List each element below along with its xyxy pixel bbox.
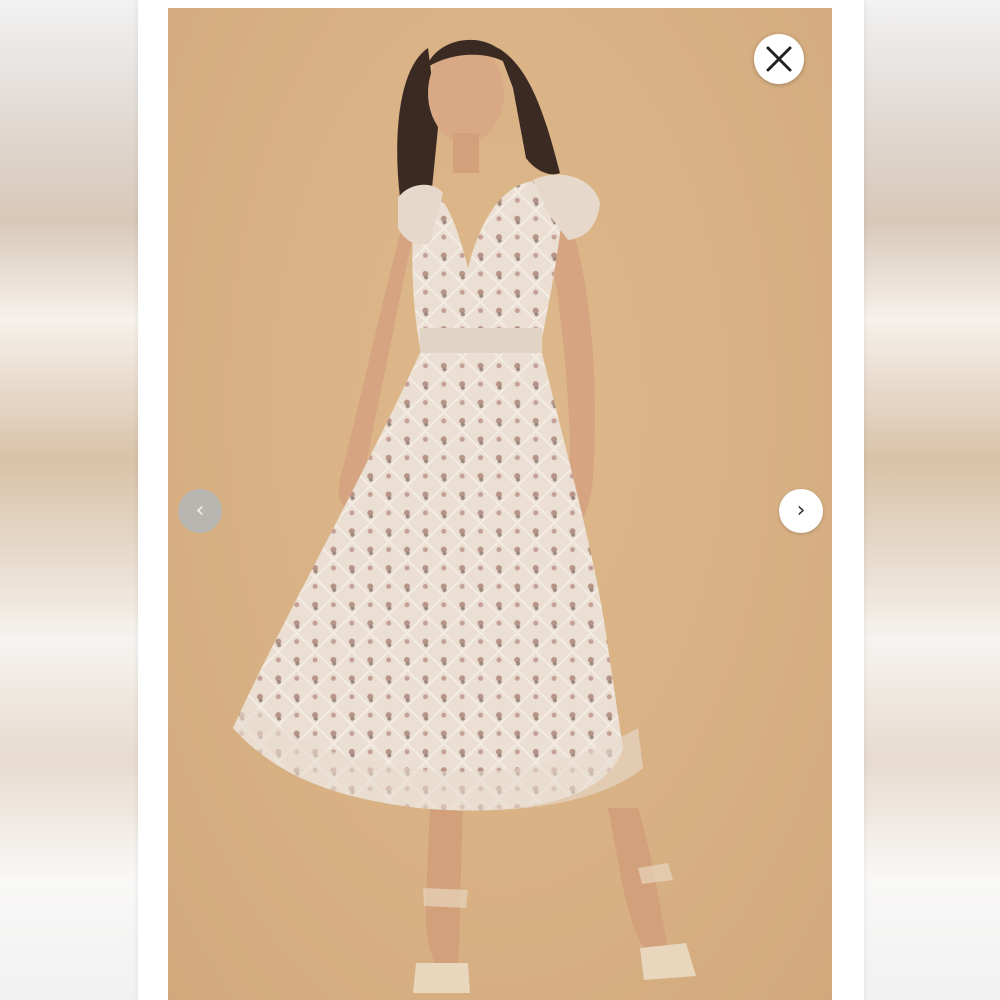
chevron-right-icon: › [796, 498, 806, 523]
blurred-background-right [862, 0, 1000, 1000]
next-image-button[interactable]: › [779, 489, 823, 533]
model-illustration [233, 39, 696, 993]
close-button[interactable] [754, 34, 804, 84]
close-icon [766, 46, 792, 72]
blurred-background-left [0, 0, 138, 1000]
product-photo [168, 8, 832, 1000]
chevron-left-icon: ‹ [195, 498, 205, 523]
previous-image-button[interactable]: ‹ [178, 489, 222, 533]
